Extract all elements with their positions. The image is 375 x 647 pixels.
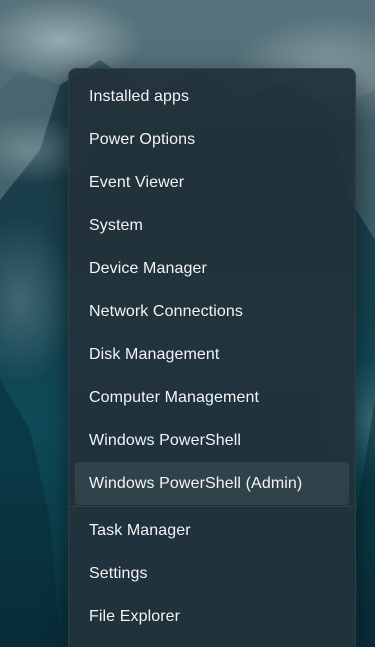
menu-item-system[interactable]: System	[75, 204, 349, 247]
menu-item-task-manager[interactable]: Task Manager	[75, 509, 349, 552]
winx-context-menu: Installed apps Power Options Event Viewe…	[68, 68, 356, 647]
menu-item-computer-management[interactable]: Computer Management	[75, 376, 349, 419]
menu-item-disk-management[interactable]: Disk Management	[75, 333, 349, 376]
menu-item-power-options[interactable]: Power Options	[75, 118, 349, 161]
menu-item-event-viewer[interactable]: Event Viewer	[75, 161, 349, 204]
menu-separator	[69, 506, 355, 507]
menu-item-file-explorer[interactable]: File Explorer	[75, 595, 349, 638]
menu-item-windows-powershell[interactable]: Windows PowerShell	[75, 419, 349, 462]
menu-item-device-manager[interactable]: Device Manager	[75, 247, 349, 290]
menu-item-installed-apps[interactable]: Installed apps	[75, 75, 349, 118]
menu-item-network-connections[interactable]: Network Connections	[75, 290, 349, 333]
menu-item-settings[interactable]: Settings	[75, 552, 349, 595]
menu-item-windows-powershell-admin[interactable]: Windows PowerShell (Admin)	[75, 462, 349, 505]
